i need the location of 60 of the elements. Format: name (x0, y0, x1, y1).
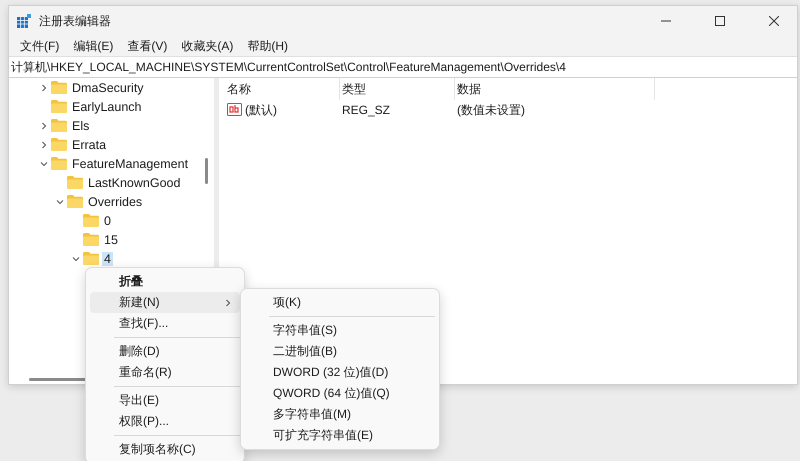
menu-item[interactable]: 文件(F) (13, 38, 66, 54)
menu-item[interactable]: 复制项名称(C) (90, 439, 240, 460)
maximize-icon (715, 16, 725, 26)
menu-item[interactable]: 查看(V) (120, 38, 174, 54)
collapse-chevron-icon[interactable] (72, 254, 80, 262)
folder-icon (51, 138, 67, 151)
collapse-chevron-icon[interactable] (56, 198, 64, 206)
tree-item[interactable]: Errata (70, 138, 108, 152)
folder-icon (83, 233, 99, 246)
close-icon (769, 16, 779, 26)
expand-chevron-icon[interactable] (40, 122, 48, 130)
menu-item[interactable]: 收藏夹(A) (174, 38, 240, 54)
folder-icon (83, 252, 99, 265)
menu-item[interactable]: 导出(E) (90, 390, 240, 411)
tree-item[interactable]: Els (70, 118, 92, 132)
table-cell-text: REG_SZ (341, 102, 392, 119)
menu-item[interactable]: 二进制值(B) (245, 341, 435, 362)
tree-item[interactable]: FeatureManagement (70, 156, 190, 170)
tree-item[interactable]: 4 (102, 252, 113, 266)
menu-item[interactable]: 编辑(E) (66, 38, 120, 54)
tree-item[interactable]: 15 (102, 232, 120, 246)
address-bar[interactable]: 计算机\HKEY_LOCAL_MACHINE\SYSTEM\CurrentControlSet\Control\FeatureManagement\Overrides\4 (9, 56, 797, 78)
menu-item[interactable]: 新建(N) (90, 292, 240, 313)
scrollbar-thumb[interactable] (205, 158, 208, 184)
folder-icon (83, 214, 99, 227)
menu-item[interactable]: 字符串值(S) (245, 320, 435, 341)
menu-item[interactable]: 权限(P)... (90, 411, 240, 432)
tree-item[interactable]: EarlyLaunch (70, 100, 144, 114)
menu-item[interactable]: 折叠 (90, 271, 240, 292)
folder-icon (67, 176, 83, 189)
string-value-icon (227, 103, 242, 117)
registry-app-icon (17, 14, 31, 28)
menu-item[interactable]: 重命名(R) (90, 362, 240, 383)
folder-icon (51, 157, 67, 170)
column-header[interactable]: 类型 (340, 78, 455, 100)
submenu-chevron-icon[interactable] (224, 298, 232, 306)
menu-item[interactable]: 删除(D) (90, 341, 240, 362)
folder-icon (51, 119, 67, 132)
expand-chevron-icon[interactable] (40, 84, 48, 92)
menu-item[interactable]: 查找(F)... (90, 313, 240, 334)
table-cell-text: (数值未设置) (456, 102, 526, 118)
menu-item[interactable]: 多字符串值(M) (245, 404, 435, 425)
tree-item[interactable]: LastKnownGood (86, 176, 182, 190)
expand-chevron-icon[interactable] (40, 140, 48, 148)
tree-item[interactable]: Overrides (86, 194, 144, 208)
table-cell: (默认) (245, 102, 277, 118)
window-title: 注册表编辑器 (39, 12, 112, 30)
collapse-chevron-icon[interactable] (40, 160, 48, 168)
menu-item[interactable]: 可扩充字符串值(E) (245, 425, 435, 446)
column-header[interactable]: 数据 (455, 78, 655, 100)
menu-item[interactable]: QWORD (64 位)值(Q) (245, 383, 435, 404)
menu-item[interactable]: 项(K) (245, 292, 435, 313)
folder-icon (51, 81, 67, 94)
tree-item[interactable]: 0 (102, 214, 113, 228)
tree-item[interactable]: DmaSecurity (70, 80, 146, 94)
folder-icon (67, 195, 83, 208)
folder-icon (51, 100, 67, 113)
menu-item[interactable]: 帮助(H) (240, 38, 295, 54)
column-header[interactable]: 名称 (225, 78, 340, 100)
menu-item[interactable]: DWORD (32 位)值(D) (245, 362, 435, 383)
